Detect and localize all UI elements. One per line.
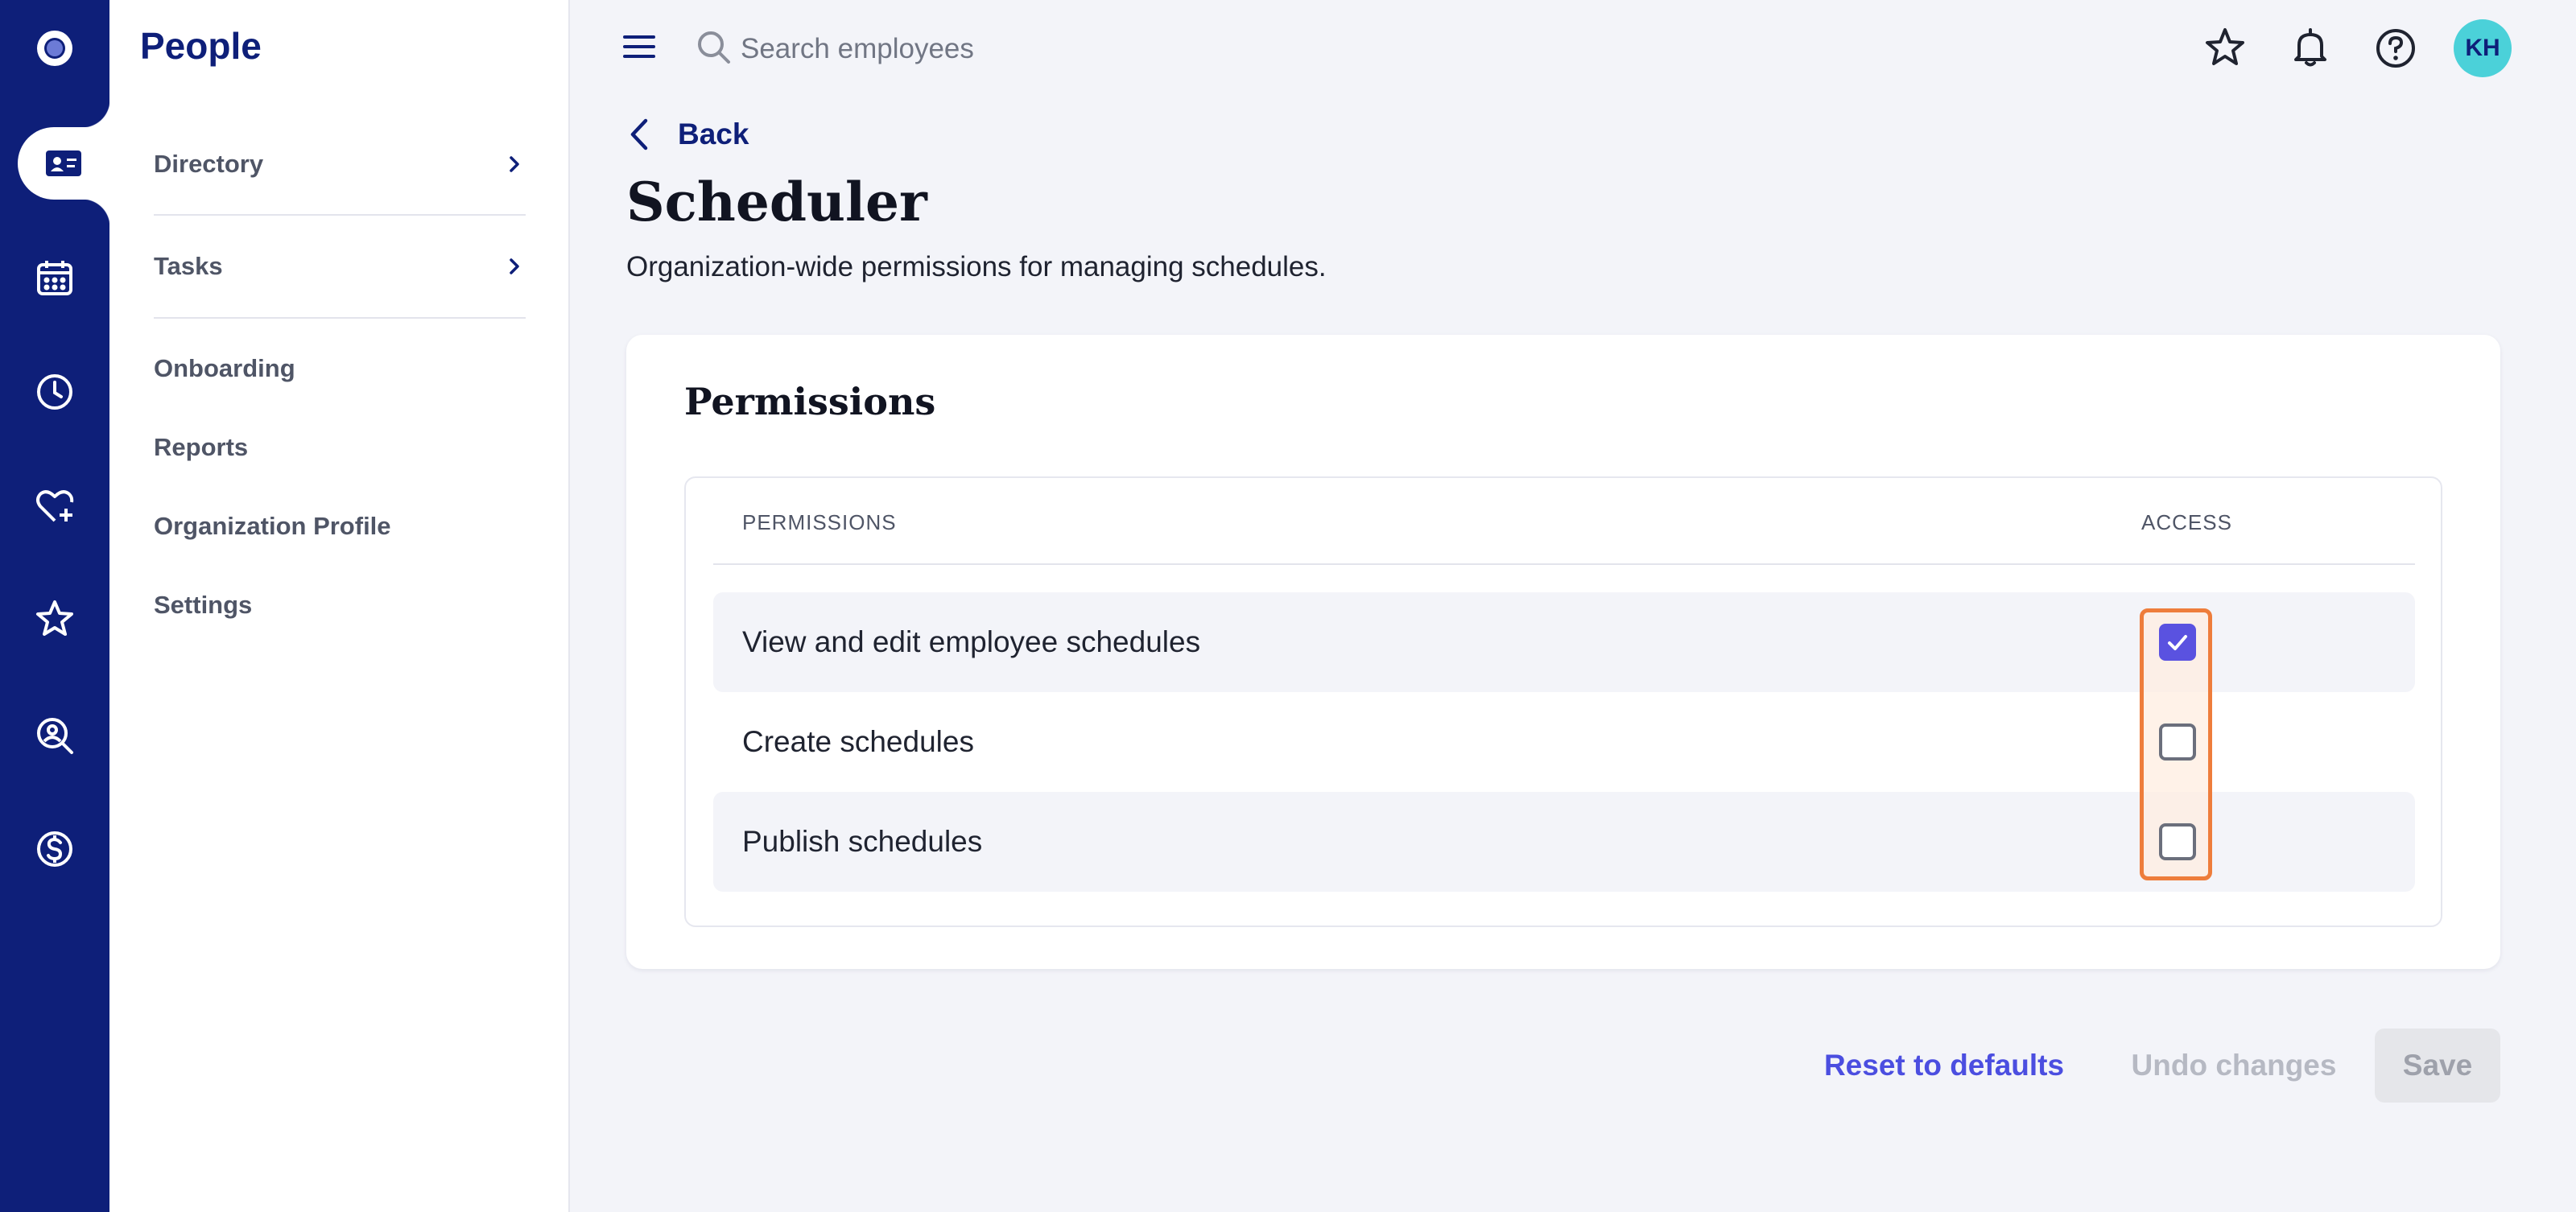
checkmark-icon — [2168, 635, 2187, 650]
access-checkbox-create[interactable] — [2159, 723, 2196, 761]
sidebar-item-organization-profile[interactable]: Organization Profile — [154, 512, 526, 541]
reset-defaults-button[interactable]: Reset to defaults — [1811, 1029, 2077, 1103]
chevron-right-icon — [510, 156, 519, 172]
sidebar-divider — [154, 317, 526, 319]
dollar-icon[interactable] — [0, 809, 109, 889]
calendar-icon[interactable] — [0, 237, 109, 318]
sidebar-item-tasks[interactable]: Tasks — [154, 252, 526, 281]
column-header-permissions: PERMISSIONS — [742, 510, 897, 534]
section-title: People — [140, 25, 262, 67]
card-title: Permissions — [684, 380, 936, 423]
column-header-access: ACCESS — [2141, 510, 2232, 534]
star-icon[interactable] — [0, 579, 109, 659]
sidebar-item-reports[interactable]: Reports — [154, 433, 526, 462]
help-icon[interactable] — [2373, 26, 2418, 71]
page-title: Scheduler — [626, 171, 927, 233]
back-link[interactable]: Back — [626, 116, 749, 153]
sidebar-divider — [154, 214, 526, 216]
access-checkbox-publish[interactable] — [2159, 823, 2196, 860]
search-input[interactable] — [741, 21, 1304, 77]
permissions-card: Permissions PERMISSIONS ACCESS View and … — [626, 335, 2500, 969]
search-icon — [698, 31, 730, 64]
clock-icon[interactable] — [0, 352, 109, 432]
header-divider — [713, 563, 2415, 565]
sidebar-item-onboarding[interactable]: Onboarding — [154, 354, 526, 383]
sidebar-item-settings[interactable]: Settings — [154, 591, 526, 620]
sidebar-item-label: Onboarding — [154, 354, 295, 382]
search-person-icon[interactable] — [0, 695, 109, 776]
sidebar-item-label: Settings — [154, 591, 253, 619]
permission-label: Create schedules — [742, 725, 974, 758]
sidebar-item-label: Tasks — [154, 252, 223, 280]
access-checkbox-view-edit[interactable] — [2159, 624, 2196, 661]
heart-plus-icon[interactable] — [0, 466, 109, 546]
avatar[interactable]: KH — [2454, 19, 2512, 77]
sidebar-item-label: Organization Profile — [154, 512, 391, 540]
app-rail — [0, 0, 109, 1212]
permission-label: View and edit employee schedules — [742, 625, 1201, 658]
star-icon[interactable] — [2202, 26, 2248, 71]
permissions-table: PERMISSIONS ACCESS View and edit employe… — [684, 476, 2442, 927]
sidebar-item-label: Reports — [154, 433, 249, 461]
section-sidebar: People Directory Tasks Onboarding Report… — [109, 0, 570, 1212]
undo-changes-button[interactable]: Undo changes — [2117, 1029, 2351, 1103]
chevron-left-icon — [630, 118, 648, 150]
save-button[interactable]: Save — [2375, 1029, 2500, 1103]
page-description: Organization-wide permissions for managi… — [626, 251, 1327, 282]
permission-label: Publish schedules — [742, 825, 983, 858]
chevron-right-icon — [510, 258, 519, 274]
menu-icon[interactable] — [620, 31, 658, 63]
sidebar-item-directory[interactable]: Directory — [154, 150, 526, 179]
bell-icon[interactable] — [2288, 26, 2333, 71]
back-label: Back — [678, 117, 749, 150]
people-card-icon[interactable] — [18, 100, 109, 227]
sidebar-item-label: Directory — [154, 150, 264, 178]
logo-icon[interactable] — [0, 8, 109, 89]
